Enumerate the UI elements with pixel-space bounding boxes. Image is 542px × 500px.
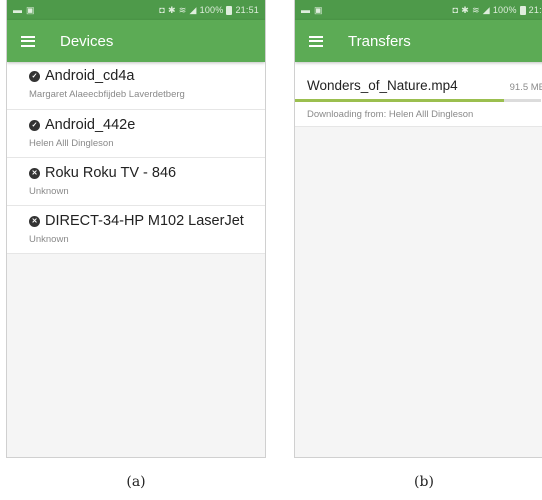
status-bar: ▬ ▣ ◘ ✱ ≋ ◢ 100% 21:51 (7, 0, 265, 20)
notification-icon: ▬ (301, 5, 310, 15)
device-list: ✓ Android_cd4a Margaret Alaeecbfijdeb Lave… (7, 62, 265, 254)
device-list-item[interactable]: ✓ Android_442e Helen Alll Dingleson (7, 110, 265, 158)
device-list-item[interactable]: ✓ Android_cd4a Margaret Alaeecbfijdeb Lave… (7, 62, 265, 110)
app-bar: Devices (7, 20, 265, 62)
check-circle-icon: ✓ (29, 119, 40, 131)
caption-b: (b) (414, 474, 434, 490)
nfc-icon: ◘ (159, 5, 166, 15)
nfc-icon: ◘ (452, 5, 459, 15)
transfer-progress-fill (295, 99, 505, 102)
signal-icon: ◢ (482, 4, 490, 15)
device-name: Android_442e (45, 117, 136, 133)
bluetooth-icon: ✱ (168, 4, 176, 15)
transfer-file-name: Wonders_of_Nature.mp4 (307, 78, 458, 93)
app-bar: Transfers (295, 20, 542, 62)
x-circle-icon: ✕ (29, 167, 40, 179)
transfer-item[interactable]: Wonders_of_Nature.mp4 91.5 MB (295, 62, 542, 106)
device-name: Android_cd4a (45, 68, 135, 84)
image-notification-icon: ▣ (26, 4, 35, 15)
device-list-item[interactable]: ✕ Roku Roku TV - 846 Unknown (7, 158, 265, 206)
notification-icon: ▬ (13, 5, 22, 15)
transfers-screen: ▬ ▣ ◘ ✱ ≋ ◢ 100% 21:5 Transfers Wonders_… (295, 0, 542, 457)
battery-icon (226, 5, 233, 15)
device-owner: Margaret Alaeecbfijdeb Laverdetberg (29, 89, 185, 100)
x-circle-icon: ✕ (29, 215, 40, 227)
battery-icon (519, 5, 526, 15)
clock: 21:5 (528, 5, 542, 15)
device-owner: Helen Alll Dingleson (29, 138, 114, 149)
bluetooth-icon: ✱ (461, 4, 469, 15)
signal-icon: ◢ (189, 4, 197, 15)
caption-a: (a) (126, 474, 146, 490)
battery-percent: 100% (492, 5, 517, 15)
page-title: Transfers (348, 32, 411, 50)
device-name: DIRECT-34-HP M102 LaserJet (45, 213, 244, 229)
device-owner: Unknown (29, 234, 69, 245)
device-list-item[interactable]: ✕ DIRECT-34-HP M102 LaserJet Unknown (7, 206, 265, 254)
status-bar: ▬ ▣ ◘ ✱ ≋ ◢ 100% 21:5 (295, 0, 542, 20)
transfer-progress-bar (295, 99, 541, 102)
check-circle-icon: ✓ (29, 70, 40, 82)
devices-screen: ▬ ▣ ◘ ✱ ≋ ◢ 100% 21:51 Devices ✓ Android_… (7, 0, 265, 457)
hamburger-menu-icon[interactable] (309, 35, 323, 47)
image-notification-icon: ▣ (314, 4, 323, 15)
wifi-icon: ≋ (178, 4, 187, 15)
transfer-file-size: 91.5 MB (509, 82, 542, 93)
hamburger-menu-icon[interactable] (21, 35, 35, 47)
clock: 21:51 (235, 5, 259, 15)
page-title: Devices (60, 32, 114, 50)
device-name: Roku Roku TV - 846 (45, 165, 177, 181)
device-owner: Unknown (29, 186, 69, 197)
transfer-source: Downloading from: Helen Alll Dingleson (295, 106, 542, 127)
battery-percent: 100% (199, 5, 224, 15)
wifi-icon: ≋ (471, 4, 480, 15)
